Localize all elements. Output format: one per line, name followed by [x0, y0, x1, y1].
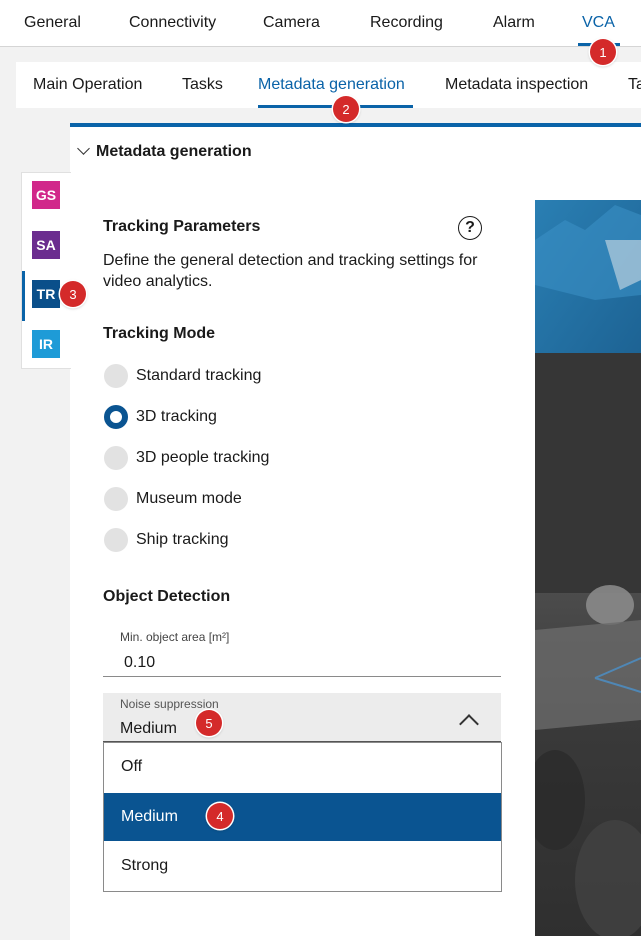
side-tab-sa[interactable]: SA — [32, 231, 60, 259]
video-preview[interactable] — [535, 200, 641, 936]
radio-label: Standard tracking — [136, 367, 262, 384]
top-nav: General Connectivity Camera Recording Al… — [0, 0, 641, 47]
callout-marker-4: 4 — [207, 803, 233, 829]
radio-standard-tracking[interactable]: Standard tracking — [104, 364, 261, 388]
subtab-main-operation[interactable]: Main Operation — [33, 76, 142, 94]
field-value: 0.10 — [124, 654, 156, 671]
tab-general[interactable]: General — [24, 14, 81, 32]
side-tab-label: IR — [39, 336, 53, 352]
side-tab-ir[interactable]: IR — [32, 330, 60, 358]
radio-button[interactable] — [104, 446, 128, 470]
chevron-down-icon — [77, 142, 90, 155]
tab-vca[interactable]: VCA — [582, 14, 615, 32]
side-tabs: GS SA TR IR — [21, 172, 71, 369]
option-medium[interactable]: Medium — [104, 793, 501, 841]
side-tab-label: TR — [36, 286, 56, 302]
radio-3d-people-tracking[interactable]: 3D people tracking — [104, 446, 269, 470]
select-label: Noise suppression — [120, 697, 219, 711]
tab-recording[interactable]: Recording — [370, 14, 443, 32]
radio-button[interactable] — [104, 364, 128, 388]
tab-camera[interactable]: Camera — [263, 14, 320, 32]
subtab-metadata-generation[interactable]: Metadata generation — [258, 76, 405, 94]
tracking-description: Define the general detection and trackin… — [103, 252, 478, 290]
radio-button[interactable] — [104, 528, 128, 552]
callout-marker-2: 2 — [333, 96, 359, 122]
noise-suppression-select[interactable]: Noise suppression Medium — [103, 693, 501, 742]
object-detection-title: Object Detection — [103, 588, 231, 605]
radio-label: 3D people tracking — [136, 449, 270, 466]
side-tab-label: GS — [35, 187, 57, 203]
radio-label: Museum mode — [136, 490, 242, 507]
camera-image — [535, 200, 641, 936]
radio-label: Ship tracking — [136, 531, 229, 548]
option-off[interactable]: Off — [104, 743, 501, 791]
min-object-area-field[interactable]: Min. object area [m²] 0.10 — [103, 623, 501, 677]
subtab-tasks[interactable]: Tasks — [182, 76, 223, 94]
tab-alarm[interactable]: Alarm — [493, 14, 535, 32]
radio-button[interactable] — [104, 487, 128, 511]
chevron-up-icon[interactable] — [459, 714, 479, 734]
tracking-mode-title: Tracking Mode — [103, 325, 216, 342]
tab-connectivity[interactable]: Connectivity — [129, 14, 216, 32]
section-title: Metadata generation — [96, 143, 252, 160]
radio-ship-tracking[interactable]: Ship tracking — [104, 528, 229, 552]
side-tab-gs[interactable]: GS — [32, 181, 60, 209]
field-label: Min. object area [m²] — [120, 630, 230, 644]
side-tab-label: SA — [36, 237, 56, 253]
select-value: Medium — [120, 720, 177, 737]
section-header[interactable]: Metadata generation — [76, 142, 252, 161]
side-tab-tr[interactable]: TR — [32, 280, 60, 308]
subtab-truncated[interactable]: Ta — [628, 76, 641, 94]
callout-marker-3: 3 — [60, 281, 86, 307]
side-tab-active-indicator — [22, 271, 25, 321]
radio-button-checked[interactable] — [104, 405, 128, 429]
radio-label: 3D tracking — [136, 408, 217, 425]
noise-suppression-dropdown: Off Medium Strong — [103, 742, 502, 892]
help-icon[interactable]: ? — [458, 216, 482, 240]
sub-nav: Main Operation Tasks Metadata generation… — [16, 62, 641, 108]
radio-museum-mode[interactable]: Museum mode — [104, 487, 242, 511]
callout-marker-5: 5 — [196, 710, 222, 736]
callout-marker-1: 1 — [590, 39, 616, 65]
tracking-parameters-title: Tracking Parameters — [103, 218, 261, 235]
radio-3d-tracking[interactable]: 3D tracking — [104, 405, 217, 429]
option-strong[interactable]: Strong — [104, 842, 501, 890]
subtab-metadata-inspection[interactable]: Metadata inspection — [445, 76, 588, 94]
